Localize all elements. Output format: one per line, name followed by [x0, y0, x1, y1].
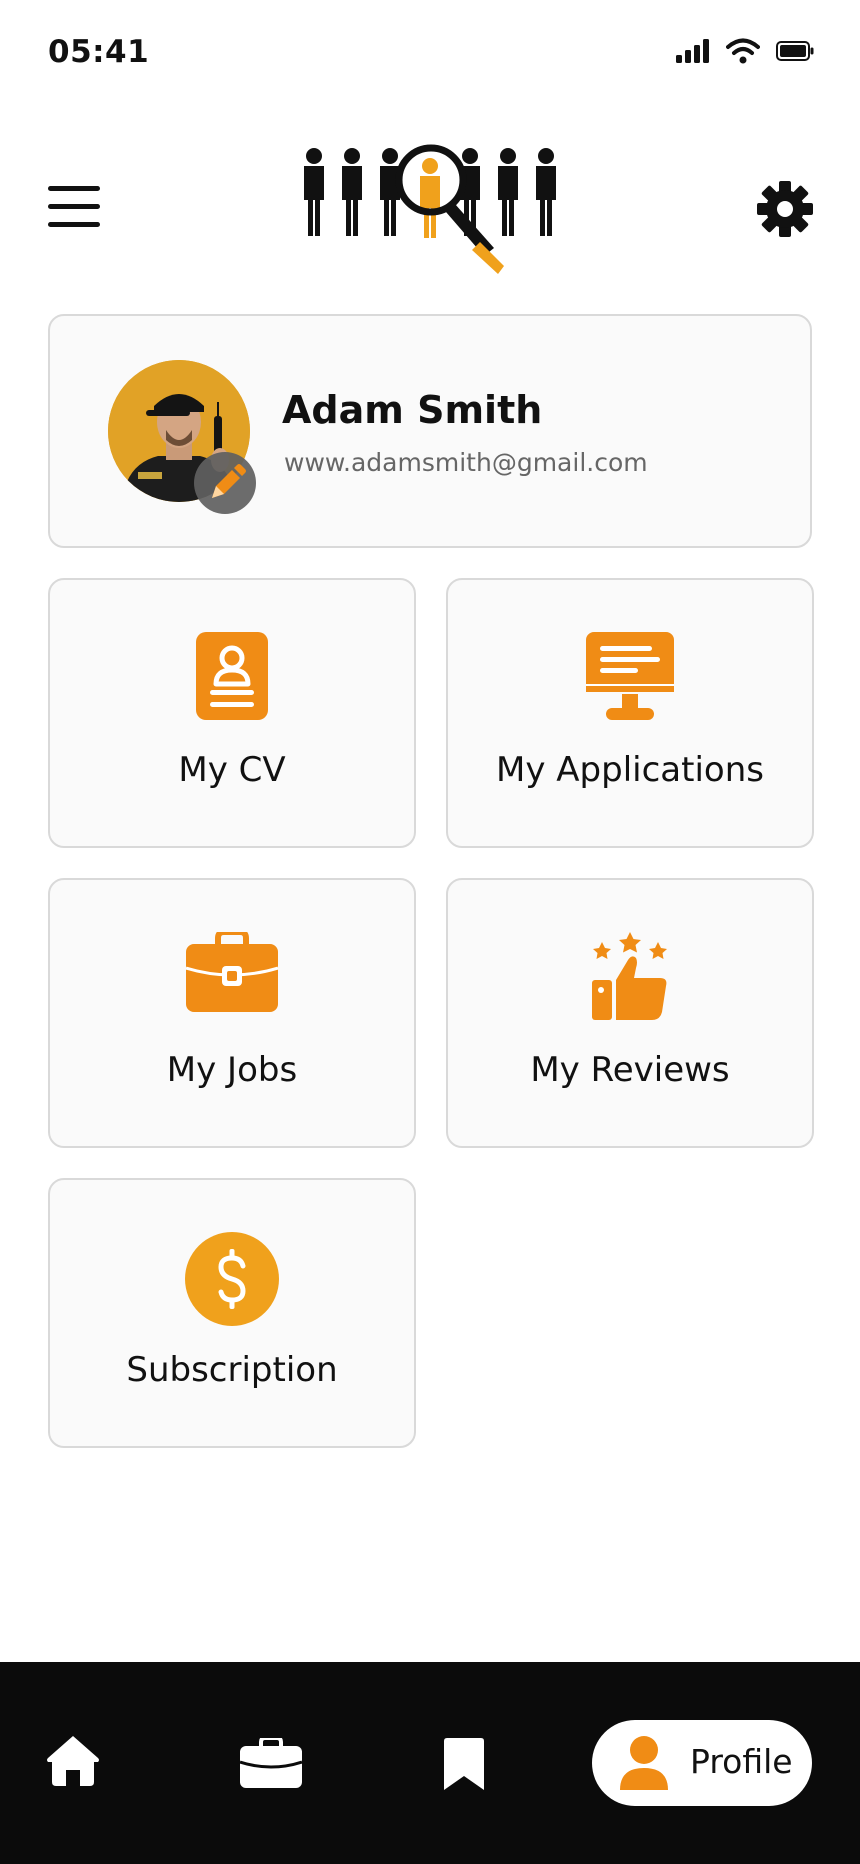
nav-profile-label: Profile: [690, 1742, 793, 1781]
profile-card[interactable]: Adam Smith www.adamsmith@gmail.com: [48, 314, 812, 548]
profile-name: Adam Smith: [282, 388, 543, 432]
tile-label: My Reviews: [530, 1050, 730, 1090]
tile-label: My CV: [178, 750, 286, 790]
tile-label: My Applications: [496, 750, 764, 790]
bottom-navigation: Profile: [0, 1662, 860, 1864]
tile-label: Subscription: [126, 1350, 338, 1390]
pencil-icon: [212, 464, 246, 498]
tile-label: My Jobs: [166, 1050, 298, 1090]
app-logo: [298, 144, 564, 280]
briefcase-icon: [185, 929, 279, 1016]
hamburger-menu-icon[interactable]: [48, 184, 100, 228]
profile-email: www.adamsmith@gmail.com: [284, 448, 648, 477]
wifi-icon: [726, 38, 760, 64]
briefcase-icon[interactable]: [239, 1736, 303, 1792]
thumbs-up-stars-icon: [590, 932, 670, 1024]
tile-my-cv[interactable]: My CV: [48, 578, 416, 848]
settings-gear-icon[interactable]: [756, 180, 814, 238]
app-header: [0, 130, 860, 280]
battery-icon: [776, 41, 814, 61]
profile-icon: [618, 1736, 670, 1794]
cellular-signal-icon: [676, 39, 709, 63]
bookmark-icon[interactable]: [444, 1738, 484, 1794]
cv-icon: [196, 632, 268, 724]
nav-profile-tab[interactable]: Profile: [592, 1720, 812, 1806]
edit-avatar-button[interactable]: [194, 452, 256, 514]
tile-my-jobs[interactable]: My Jobs: [48, 878, 416, 1148]
tile-subscription[interactable]: Subscription: [48, 1178, 416, 1448]
status-time: 05:41: [48, 34, 150, 70]
monitor-icon: [586, 632, 674, 724]
tile-my-applications[interactable]: My Applications: [446, 578, 814, 848]
home-icon[interactable]: [46, 1734, 100, 1790]
status-icons: [676, 38, 814, 64]
dollar-icon: [185, 1232, 279, 1330]
tile-my-reviews[interactable]: My Reviews: [446, 878, 814, 1148]
status-bar: 05:41: [0, 0, 860, 110]
